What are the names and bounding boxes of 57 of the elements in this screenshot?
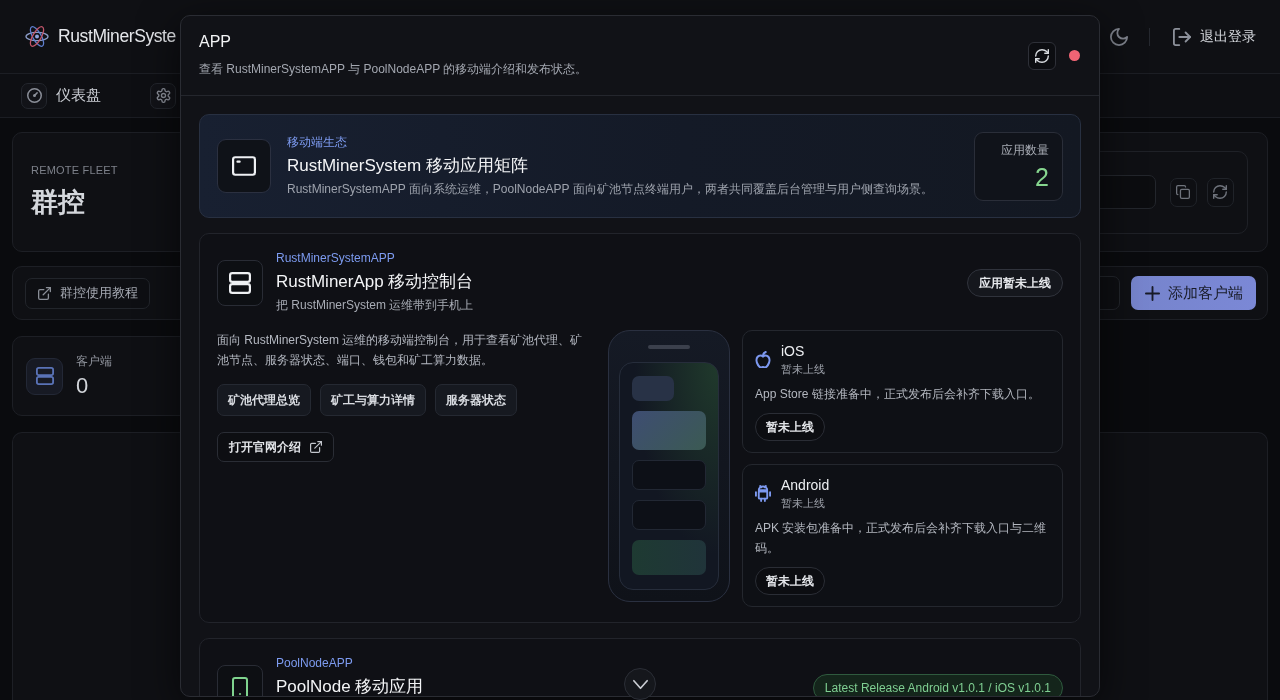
platform-description: App Store 链接准备中，正式发布后会补齐下载入口。 [755,386,1040,403]
app-count-value: 2 [1035,162,1049,191]
status-dot-icon [1069,50,1080,61]
add-client-button[interactable]: 添加客户端 [1131,276,1256,310]
status-badge: 应用暂未上线 [967,269,1063,297]
copy-icon [1176,185,1191,199]
app-title: RustMinerApp 移动控制台 [276,271,474,293]
server-icon [217,260,263,306]
platform-name: iOS [781,343,805,360]
dialog-subtitle: 查看 RustMinerSystemAPP 与 PoolNodeAPP 的移动端介绍和发布状态。 [199,61,588,78]
dialog-title: APP [199,33,231,51]
page-title: 群控 [31,186,85,219]
platform-button[interactable]: 暂未上线 [755,567,825,595]
external-link-icon [310,441,322,453]
plus-icon [1145,285,1160,301]
release-badge: Latest Release Android v1.0.1 / iOS v1.0.1 [812,674,1063,696]
refresh-icon [1213,185,1228,199]
feature-tag: 矿工与算力详情 [320,384,426,416]
platform-status: 暂未上线 [781,496,825,510]
app-eyebrow: RustMinerSystemAPP [276,251,395,266]
refresh-button[interactable] [1028,41,1056,70]
feature-tag: 服务器状态 [435,384,517,416]
app-eyebrow: PoolNodeAPP [276,656,353,671]
platform-button[interactable]: 暂未上线 [755,413,825,441]
dashboard-nav-item[interactable]: 仪表盘 [21,82,101,109]
platform-name: Android [781,477,830,494]
app-subtitle: 把 RustMinerSystem 运维带到手机上 [276,297,474,313]
stat-label: 客户端 [76,353,112,370]
gear-icon [155,88,171,103]
server-icon [26,357,63,395]
overview-title: RustMinerSystem 移动应用矩阵 [287,155,528,177]
copy-button[interactable] [1169,177,1197,207]
stat-value: 0 [76,373,89,399]
tutorial-button[interactable]: 群控使用教程 [25,277,150,309]
moon-icon[interactable] [1110,27,1128,46]
platform-description: APK 安装包准备中，正式发布后会补齐下载入口与二维码。 [755,520,1048,557]
website-link-button[interactable]: 打开官网介绍 [217,432,334,462]
settings-button[interactable] [150,82,176,109]
app-description: 面向 RustMinerSystem 运维的移动端控制台，用于查看矿池代理、矿池节点、服务器状态、端口、钱包和矿工算力数据。 [217,332,584,369]
refresh-icon [1035,48,1049,63]
gauge-icon [21,82,47,109]
android-robot-icon [755,485,771,502]
page-eyebrow: REMOTE FLEET [31,164,118,176]
app-title: PoolNode 移动应用 [276,676,424,696]
logout-button[interactable]: 退出登录 [1173,27,1256,46]
feature-tag: 矿池代理总览 [217,384,311,416]
external-link-icon [38,286,51,300]
app-count-label: 应用数量 [1001,141,1049,159]
logout-icon [1173,27,1191,46]
overview-description: RustMinerSystemAPP 面向系统运维，PoolNodeAPP 面向矿池节点终端用户，两者共同覆盖后台管理与用户侧查询场景。 [287,181,933,197]
overview-eyebrow: 移动端生态 [287,135,347,150]
window-icon [217,139,271,193]
chevron-down-icon [632,678,648,690]
platform-status: 暂未上线 [781,362,825,376]
brand-name: RustMinerSyste [58,26,176,47]
apple-icon [755,351,771,368]
atom-icon [25,26,49,47]
